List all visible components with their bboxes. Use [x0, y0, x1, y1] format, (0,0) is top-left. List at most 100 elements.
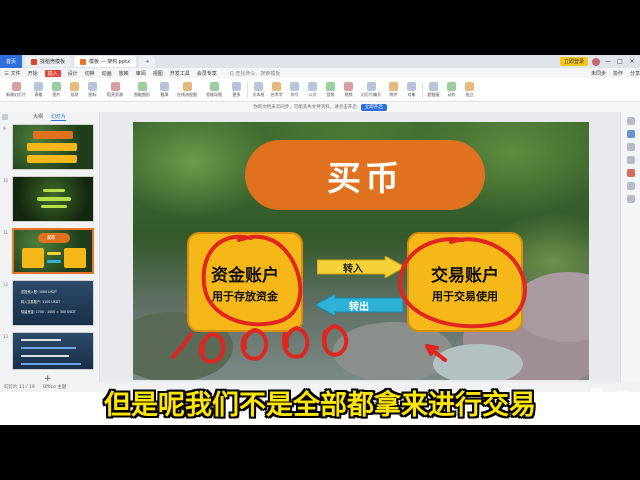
- menu-file[interactable]: 三 文件: [4, 70, 21, 77]
- menu-review[interactable]: 审阅: [136, 70, 146, 77]
- textbox-icon: [254, 81, 263, 91]
- menu-home[interactable]: 开始: [28, 70, 38, 77]
- menu-developer[interactable]: 开发工具: [170, 70, 190, 77]
- style-icon[interactable]: [626, 143, 635, 151]
- shape-button[interactable]: 形状: [67, 81, 82, 98]
- slide-canvas-area: 买币 资金账户 用于存放资金 交易账户 用于交易使用 转入 转出: [100, 112, 620, 382]
- new-slide-button[interactable]: 新建幻灯片: [4, 81, 28, 98]
- action-button[interactable]: 动作: [444, 81, 459, 98]
- slide-number-button[interactable]: 幻灯片编号: [359, 81, 383, 98]
- menu-bar: 三 文件 开始 插入 设计 切换 动画 放映 审阅 视图 开发工具 会员专享 Q…: [0, 68, 640, 78]
- enable-sync-button[interactable]: 立即开启: [360, 103, 387, 111]
- smart-graphic-button[interactable]: 智能图形: [130, 81, 154, 98]
- slide-number: 11: [3, 230, 9, 235]
- animation-icon[interactable]: [626, 156, 635, 164]
- object-icon: [407, 81, 416, 91]
- audio-icon: [326, 81, 335, 91]
- tab-outline[interactable]: 大纲: [33, 113, 43, 120]
- action-icon: [447, 81, 456, 91]
- flowchart-button[interactable]: 在线流程图: [175, 81, 199, 98]
- settings-icon[interactable]: [626, 117, 635, 125]
- symbol-button[interactable]: 符号: [287, 81, 302, 98]
- formula-button[interactable]: 公式: [305, 81, 320, 98]
- notice-text: 你的文档未云同步，可能丢失文件资料，请点击开启: [253, 105, 357, 110]
- mindmap-button[interactable]: 思维导图: [202, 81, 226, 98]
- object-button[interactable]: 对象: [404, 81, 419, 98]
- slide-thumb-row[interactable]: 10: [0, 176, 100, 226]
- transition-icon[interactable]: [626, 169, 635, 177]
- docer-icon: [110, 81, 120, 91]
- slide-thumbnail[interactable]: [12, 332, 94, 370]
- slide-thumbnail[interactable]: [12, 124, 94, 170]
- login-button[interactable]: 立即登录: [559, 57, 588, 66]
- ink-annotation-layer: [171, 234, 527, 364]
- tab-pptx-document[interactable]: 模板 — 架构.pptx: [74, 56, 137, 67]
- screenshot-button[interactable]: 截屏: [157, 81, 172, 98]
- slide-number: 9: [3, 126, 6, 131]
- help-icon[interactable]: [626, 195, 635, 203]
- slide-thumb-row-current[interactable]: 11 买币: [0, 228, 100, 278]
- tab-template-store[interactable]: 找稻壳模板: [25, 56, 72, 67]
- ink-digit-zero-3: [281, 326, 310, 359]
- menu-slideshow[interactable]: 放映: [119, 70, 129, 77]
- ppt-orange-icon: [80, 58, 87, 65]
- thumb-line: 保留资金: 1700 - 1000 = 300 USDT: [21, 310, 76, 314]
- cloud-sync-notice: 你的文档未云同步，可能丢失文件资料，请点击开启 立即开启: [0, 102, 640, 112]
- app-window: 首页 找稻壳模板 模板 — 架构.pptx + 立即登录 — □ ✕ 三 文件 …: [0, 55, 640, 425]
- table-button[interactable]: 表格: [31, 81, 46, 98]
- tab-slides[interactable]: 幻灯片: [51, 113, 67, 121]
- new-tab-button[interactable]: +: [139, 56, 156, 67]
- panel-collapse-icon[interactable]: [2, 114, 8, 120]
- slide-thumbnail[interactable]: 总投资入账: 1000 USDT 转入交易账户: 1100 USDT 保留资金:…: [12, 280, 94, 326]
- hyperlink-button[interactable]: 超链接: [426, 81, 441, 98]
- picture-button[interactable]: 图片: [49, 81, 64, 98]
- menu-design[interactable]: 设计: [68, 70, 78, 77]
- mindmap-icon: [209, 81, 219, 91]
- video-subtitle: 但是呢我们不是全部都拿来进行交易: [0, 382, 640, 422]
- menu-animation[interactable]: 动画: [102, 70, 112, 77]
- subtitle-text: 但是呢我们不是全部都拿来进行交易: [104, 389, 536, 421]
- thumb-title: 买币: [47, 235, 55, 240]
- slide-thumbnail-selected[interactable]: 买币: [12, 228, 94, 274]
- menu-insert[interactable]: 插入: [44, 69, 61, 77]
- share-button[interactable]: 分享: [630, 70, 640, 77]
- maximize-button[interactable]: □: [616, 58, 624, 65]
- hyperlink-icon: [429, 81, 438, 91]
- slide-thumb-row[interactable]: 9: [0, 124, 100, 174]
- video-button[interactable]: 视频: [341, 81, 356, 98]
- docer-resources-button[interactable]: 稻壳资源: [103, 81, 127, 98]
- audio-button[interactable]: 音频: [323, 81, 338, 98]
- textbox-button[interactable]: 文本框: [251, 81, 266, 98]
- menu-transition[interactable]: 切换: [85, 70, 95, 77]
- wordart-button[interactable]: 艺术字: [269, 81, 284, 98]
- video-icon: [344, 81, 353, 91]
- tab-label: 模板 — 架构.pptx: [89, 59, 131, 65]
- close-icon[interactable]: ✕: [616, 388, 630, 404]
- sync-status[interactable]: 未同步: [591, 70, 606, 77]
- slide-thumbnail-panel: 大纲 幻灯片 9 10 11 买币 12 总投资入账: 1000 USDT 转入…: [0, 112, 100, 384]
- icons-button[interactable]: 图标: [85, 81, 100, 98]
- icons-icon: [88, 81, 97, 91]
- slide-thumb-row[interactable]: 12 总投资入账: 1000 USDT 转入交易账户: 1100 USDT 保留…: [0, 280, 100, 330]
- minimize-button[interactable]: —: [604, 58, 612, 65]
- more-icon: [232, 81, 241, 91]
- attachment-button[interactable]: 附件: [386, 81, 401, 98]
- layout-icon[interactable]: [626, 182, 635, 190]
- menu-member[interactable]: 会员专享: [197, 70, 217, 77]
- more-button[interactable]: 更多: [229, 81, 244, 98]
- home-tab[interactable]: 首页: [0, 55, 22, 68]
- slide-thumbnail[interactable]: [12, 176, 94, 222]
- select-icon[interactable]: [626, 130, 635, 138]
- close-button[interactable]: ✕: [628, 58, 636, 65]
- ink-digit-one: [171, 332, 193, 359]
- current-slide[interactable]: 买币 资金账户 用于存放资金 交易账户 用于交易使用 转入 转出: [133, 122, 589, 380]
- ink-digit-zero-1: [198, 332, 226, 364]
- slide-number: 13: [3, 334, 9, 339]
- avatar[interactable]: [592, 57, 600, 66]
- trash-icon[interactable]: 🗑: [588, 388, 605, 404]
- command-search-input[interactable]: Q 查找命令、搜索模板: [230, 70, 281, 77]
- formula-icon: [308, 81, 317, 91]
- menu-view[interactable]: 视图: [153, 70, 163, 77]
- collaborate-button[interactable]: 协作: [613, 70, 623, 77]
- comment-button[interactable]: 批注: [462, 81, 477, 98]
